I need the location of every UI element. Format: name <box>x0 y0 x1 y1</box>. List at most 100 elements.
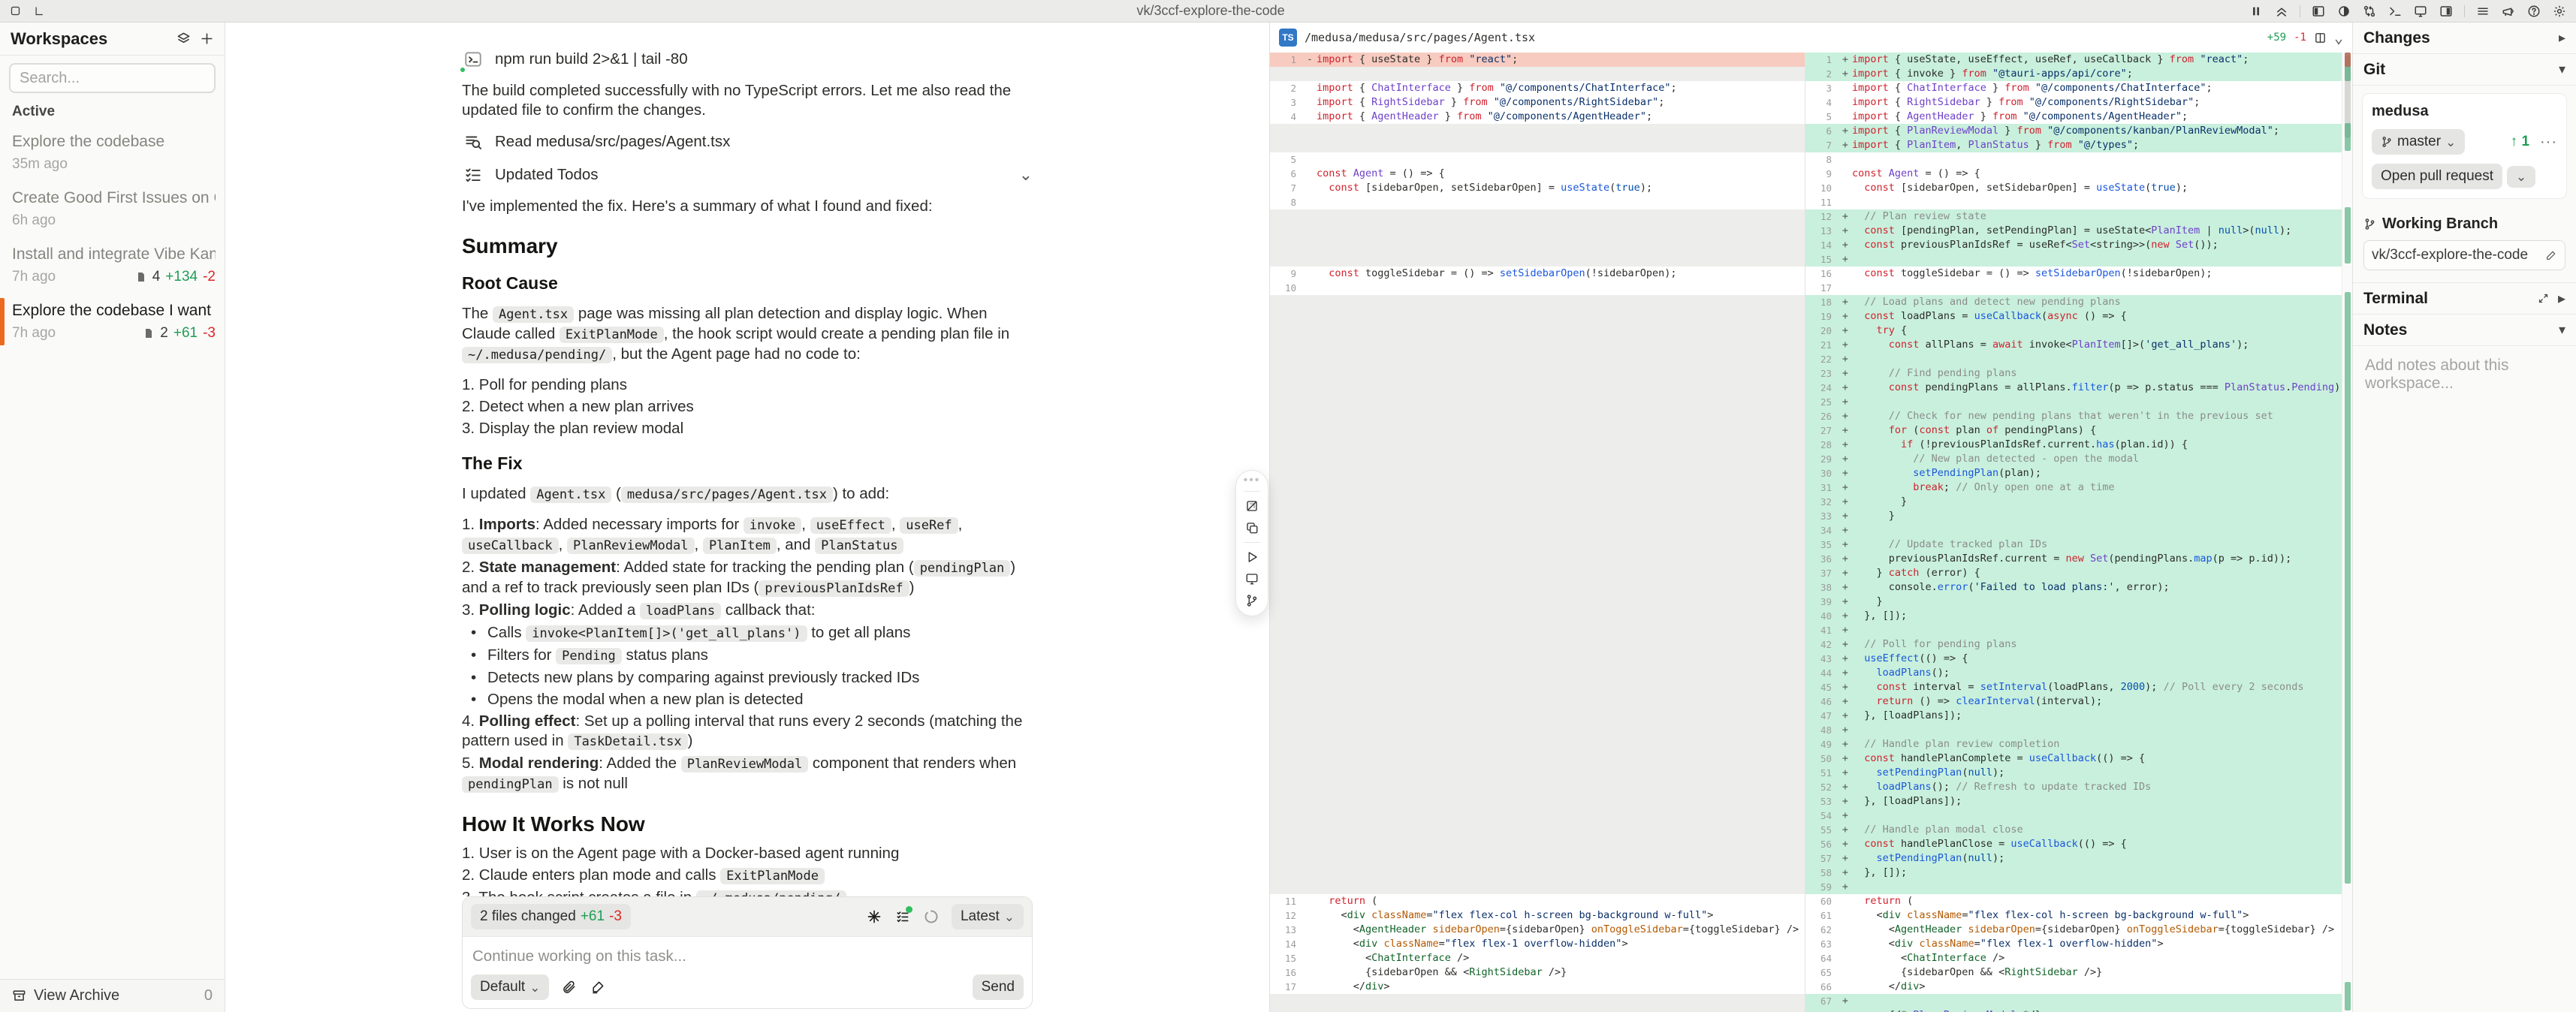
chevron-down-icon[interactable]: ⌄ <box>1019 165 1033 185</box>
collapse-file-icon[interactable]: ⌄ <box>2334 30 2343 45</box>
diff-line: 56+ const handlePlanClose = useCallback(… <box>1805 837 2342 851</box>
diff-line <box>1270 366 1805 381</box>
layout-icon <box>32 4 47 19</box>
diff-line <box>1270 780 1805 794</box>
archive-icon <box>12 989 26 1003</box>
diff-line <box>1270 438 1805 452</box>
workspace-item[interactable]: Create Good First Issues on Github So p6… <box>0 181 225 237</box>
workspace-title: Explore the codebase <box>12 133 216 151</box>
inline-code: useEffect <box>810 517 891 534</box>
app-icon <box>8 4 23 19</box>
diff-line <box>1270 238 1805 252</box>
chat-scroll-area[interactable]: npm run build 2>&1 | tail -80The build c… <box>225 23 1269 896</box>
diff-new-column: 1+import { useState, useEffect, useRef, … <box>1805 53 2342 1012</box>
diff-line: 5import { AgentHeader } from "@/componen… <box>1805 110 2342 124</box>
inline-code: Pending <box>556 648 622 664</box>
file-icon <box>135 271 147 283</box>
layers-icon[interactable] <box>176 32 191 46</box>
changes-section-header[interactable]: Changes ▸ <box>2353 23 2576 54</box>
mode-dropdown[interactable]: Default⌄ <box>471 974 549 1000</box>
diff-line: 9const Agent = () => { <box>1805 167 2342 181</box>
diff-line: 29+ // New plan detected - open the moda… <box>1805 452 2342 466</box>
todos-status-icon[interactable] <box>894 908 911 925</box>
collapse-all-icon[interactable] <box>2274 4 2289 19</box>
caret-right-icon: ▸ <box>2558 289 2565 308</box>
workspace-item[interactable]: Explore the codebase 35m ago <box>0 125 225 181</box>
copy-icon[interactable] <box>1244 520 1259 535</box>
workspace-item[interactable]: Explore the codebase I want you to exp7h… <box>0 294 225 350</box>
latest-dropdown[interactable]: Latest⌄ <box>952 904 1024 929</box>
notes-placeholder[interactable]: Add notes about this workspace... <box>2353 346 2576 403</box>
run-icon[interactable] <box>1244 550 1259 565</box>
active-section-label: Active <box>0 98 225 122</box>
open-pull-request-button[interactable]: Open pull request <box>2372 164 2502 189</box>
pr-options-button[interactable]: ⌄ <box>2507 166 2535 188</box>
notes-section-header[interactable]: Notes ▾ <box>2353 315 2576 346</box>
diff-line: 31+ break; // Only open one at a time <box>1805 480 2342 495</box>
settings-gear-icon[interactable] <box>2552 4 2567 19</box>
split-view-icon[interactable] <box>2314 32 2327 44</box>
files-changed-chip[interactable]: 2 files changed +61 -3 <box>471 904 631 929</box>
base-branch-dropdown[interactable]: master⌄ <box>2372 129 2465 155</box>
numbered-list-item: 3. Display the plan review modal <box>462 419 1033 438</box>
diff-added-count: +59 <box>2267 32 2286 44</box>
diff-line: 52+ loadPlans(); // Refresh to update tr… <box>1805 780 2342 794</box>
message-input[interactable] <box>472 947 1022 965</box>
panel-right-icon[interactable] <box>2439 4 2454 19</box>
diff-line <box>1270 994 1805 1008</box>
workspace-title: Explore the codebase I want you to exp <box>12 302 216 320</box>
added-count: +61 <box>581 908 605 925</box>
monitor-icon[interactable] <box>2413 4 2428 19</box>
help-icon[interactable] <box>2526 4 2541 19</box>
new-workspace-icon[interactable] <box>200 32 214 46</box>
hide-diff-icon[interactable] <box>1244 498 1259 514</box>
megaphone-icon[interactable] <box>2501 4 2516 19</box>
inline-code: Agent.tsx <box>530 486 611 503</box>
diff-line <box>1270 837 1805 851</box>
edit-pencil-icon[interactable] <box>2545 249 2557 261</box>
caret-down-icon: ▾ <box>2559 322 2565 338</box>
view-archive-button[interactable]: View Archive 0 <box>0 979 225 1012</box>
diff-line <box>1270 580 1805 595</box>
diff-line <box>1270 452 1805 466</box>
git-section-header[interactable]: Git ▾ <box>2353 54 2576 86</box>
diff-line: 7+import { PlanItem, PlanStatus } from "… <box>1805 138 2342 152</box>
git-branch-icon[interactable] <box>1244 593 1259 608</box>
pause-icon[interactable] <box>2249 4 2264 19</box>
diff-line: 53+ }, [loadPlans]); <box>1805 794 2342 809</box>
preview-monitor-icon[interactable] <box>1244 571 1259 586</box>
more-options-icon[interactable]: ··· <box>2540 134 2557 151</box>
send-button[interactable]: Send <box>973 974 1024 1000</box>
diff-scrollbar[interactable] <box>2342 53 2352 1012</box>
running-dot <box>459 66 466 74</box>
assistant-paragraph: I've implemented the fix. Here's a summa… <box>462 197 1033 216</box>
workspace-list: Explore the codebase 35m ago Create Good F… <box>0 122 225 350</box>
burst-icon[interactable] <box>866 908 882 925</box>
theme-icon[interactable] <box>2336 4 2351 19</box>
menu-icon[interactable] <box>2475 4 2490 19</box>
diff-line <box>1270 623 1805 637</box>
view-archive-label: View Archive <box>34 987 119 1004</box>
workspace-time: 35m ago <box>12 156 68 173</box>
expand-icon[interactable] <box>2538 293 2549 304</box>
terminal-icon[interactable] <box>2387 4 2403 19</box>
search-input[interactable] <box>9 63 216 93</box>
diff-line: 43+ useEffect(() => { <box>1805 652 2342 666</box>
attach-icon[interactable] <box>561 979 578 995</box>
git-compare-icon[interactable] <box>2362 4 2377 19</box>
working-branch-field[interactable]: vk/3ccf-explore-the-code <box>2363 240 2565 270</box>
tool-call-row[interactable]: Updated Todos⌄ <box>462 164 1033 186</box>
workspace-item[interactable]: Install and integrate Vibe Kanban Web C7… <box>0 237 225 294</box>
diff-file-header[interactable]: TS /medusa/medusa/src/pages/Agent.tsx +5… <box>1270 23 2352 53</box>
tool-call-row[interactable]: npm run build 2>&1 | tail -80 <box>462 48 1033 71</box>
chat-panel: npm run build 2>&1 | tail -80The build c… <box>225 23 1269 1012</box>
diff-line: 32+ } <box>1805 495 2342 509</box>
diff-line: 22+ <box>1805 352 2342 366</box>
terminal-section-header[interactable]: Terminal ▸ <box>2353 283 2576 315</box>
tool-call-row[interactable]: Read medusa/src/pages/Agent.tsx <box>462 131 1033 153</box>
diff-line: 51+ setPendingPlan(null); <box>1805 766 2342 780</box>
diff-line <box>1270 680 1805 694</box>
pen-icon[interactable] <box>590 979 606 995</box>
panel-left-icon[interactable] <box>2311 4 2326 19</box>
drag-handle-icon[interactable]: ••• <box>1244 477 1261 484</box>
